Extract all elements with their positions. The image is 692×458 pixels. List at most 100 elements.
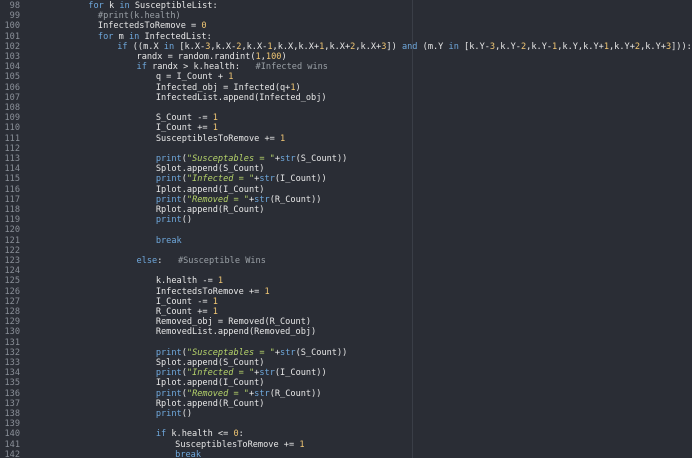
code-line[interactable]: 134 print("Infected = "+str(I_Count)) [0, 368, 692, 378]
token-pl: ((m.X [132, 41, 164, 52]
code-line[interactable]: 123 else: #Susceptible Wins [0, 256, 692, 266]
line-number: 140 [4, 429, 20, 440]
code-line[interactable]: 136 print("Removed = "+str(R_Count)) [0, 389, 692, 399]
code-line[interactable]: 115 print("Infected = "+str(I_Count)) [0, 174, 692, 184]
code-line[interactable]: 122 [0, 246, 692, 256]
code-line[interactable]: 98 for k in SusceptibleList: [0, 1, 692, 11]
code-line[interactable]: 142 break [0, 450, 692, 458]
code-line[interactable]: 135 Iplot.append(I_Count) [0, 378, 692, 388]
code-line[interactable]: 112 [0, 144, 692, 154]
code-line[interactable]: 113 print("Susceptables = "+str(S_Count)) [0, 154, 692, 164]
line-code: InfectedList.append(Infected_obj) [156, 93, 327, 103]
code-line[interactable]: 99 #print(k.health) [0, 11, 692, 21]
code-line[interactable]: 126 InfectedsToRemove += 1 [0, 287, 692, 297]
code-line[interactable]: 104 if randx > k.health: #Infected wins [0, 62, 692, 72]
line-number: 136 [4, 388, 20, 399]
token-kw: in [119, 1, 135, 11]
code-line[interactable]: 121 break [0, 236, 692, 246]
code-line[interactable]: 141 SusceptiblesToRemove += 1 [0, 440, 692, 450]
token-pl: ,k.X- [241, 41, 268, 52]
line-number: 127 [4, 296, 20, 307]
code-line[interactable]: 117 print("Removed = "+str(R_Count)) [0, 195, 692, 205]
token-cm: #print(k.health) [97, 11, 181, 22]
line-number: 105 [4, 72, 20, 83]
code-line[interactable]: 140 if k.health <= 0: [0, 429, 692, 439]
code-line[interactable]: 137 Rplot.append(R_Count) [0, 399, 692, 409]
token-kw: if [117, 41, 133, 52]
token-kw: else [136, 256, 158, 266]
line-code: q = I_Count + 1 [156, 72, 234, 82]
code-line[interactable]: 129 Removed_obj = Removed(R_Count) [0, 317, 692, 327]
line-code: print("Susceptables = "+str(S_Count)) [156, 348, 348, 358]
code-line[interactable]: 116 Iplot.append(I_Count) [0, 185, 692, 195]
line-code: print("Susceptables = "+str(S_Count)) [156, 154, 348, 164]
code-line[interactable]: 103 randx = random.randint(1,100) [0, 52, 692, 62]
code-line[interactable]: 128 R_Count += 1 [0, 307, 692, 317]
line-code: SusceptiblesToRemove += 1 [175, 440, 304, 450]
code-line[interactable]: 102 if ((m.X in [k.X-3,k.X-2,k.X-1,k.X,k.… [0, 42, 692, 52]
token-pl: S_Count -= [155, 113, 213, 124]
line-number: 104 [4, 62, 20, 73]
line-number: 139 [4, 419, 20, 430]
code-area[interactable]: 98 for k in SusceptibleList: 99 #print(k.he… [0, 0, 692, 458]
line-code: break [175, 450, 201, 458]
line-number: 138 [4, 409, 20, 419]
code-line[interactable]: 133 Splot.append(S_Count) [0, 358, 692, 368]
code-line[interactable]: 130 RemovedList.append(Removed_obj) [0, 327, 692, 337]
token-num: 1 [228, 72, 234, 83]
line-code: Infected_obj = Infected(q+1) [156, 83, 301, 93]
token-pl: k.health -= [155, 276, 218, 287]
token-pl: Infected_obj = Infected(q+ [155, 82, 291, 93]
token-pl: Splot.append(S_Count) [155, 164, 265, 175]
code-line[interactable]: 127 I_Count -= 1 [0, 297, 692, 307]
code-line[interactable]: 119 print() [0, 215, 692, 225]
code-line[interactable]: 108 [0, 103, 692, 113]
token-pl: [k.X- [179, 41, 206, 52]
token-pl: InfectedList.append(Infected_obj) [155, 92, 327, 103]
token-kw: str [259, 174, 275, 185]
code-line[interactable]: 118 Rplot.append(R_Count) [0, 205, 692, 215]
token-str: "Removed = " [186, 388, 249, 399]
token-num: 1 [280, 133, 286, 144]
code-line[interactable]: 105 q = I_Count + 1 [0, 72, 692, 82]
line-number: 132 [4, 347, 20, 358]
token-pl: : [157, 256, 178, 266]
code-line[interactable]: 100 InfectedsToRemove = 0 [0, 21, 692, 31]
token-str: "Susceptables = " [186, 154, 275, 164]
line-number: 114 [4, 164, 20, 175]
code-line[interactable]: 106 Infected_obj = Infected(q+1) [0, 83, 692, 93]
line-code: print() [156, 409, 192, 419]
code-line[interactable]: 124 [0, 266, 692, 276]
code-line[interactable]: 139 [0, 419, 692, 429]
code-editor[interactable]: 98 for k in SusceptibleList: 99 #print(k.he… [0, 0, 692, 458]
line-code: S_Count -= 1 [156, 113, 218, 123]
line-number: 113 [4, 154, 20, 164]
line-code: break [156, 236, 182, 246]
token-num: 1 [299, 439, 305, 450]
code-line[interactable]: 109 S_Count -= 1 [0, 113, 692, 123]
code-line[interactable]: 120 [0, 225, 692, 235]
token-kw: print [155, 194, 182, 205]
code-line[interactable]: 138 print() [0, 409, 692, 419]
token-pl: InfectedsToRemove = [97, 21, 202, 32]
token-kw: str [280, 347, 296, 358]
token-pl: ,k.X,k.X+ [272, 41, 320, 52]
code-line[interactable]: 114 Splot.append(S_Count) [0, 164, 692, 174]
token-pl: ,k.Y+ [640, 41, 666, 52]
token-pl: ,k.X+ [355, 41, 382, 52]
code-line[interactable]: 131 [0, 338, 692, 348]
token-pl: Splot.append(S_Count) [155, 358, 265, 368]
code-line[interactable]: 101 for m in InfectedList: [0, 32, 692, 42]
token-pl: [k.Y- [464, 41, 490, 52]
code-line[interactable]: 125 k.health -= 1 [0, 276, 692, 286]
line-number: 125 [4, 276, 20, 287]
code-line[interactable]: 132 print("Susceptables = "+str(S_Count)) [0, 348, 692, 358]
code-line[interactable]: 107 InfectedList.append(Infected_obj) [0, 93, 692, 103]
token-pl: I_Count += [155, 123, 213, 134]
token-pl: (R_Count)) [269, 388, 322, 399]
token-pl: (I_Count)) [274, 174, 327, 185]
code-line[interactable]: 111 SusceptiblesToRemove += 1 [0, 134, 692, 144]
code-line[interactable]: 110 I_Count += 1 [0, 123, 692, 133]
token-pl: SusceptibleList: [134, 1, 218, 11]
token-kw: str [254, 194, 270, 205]
